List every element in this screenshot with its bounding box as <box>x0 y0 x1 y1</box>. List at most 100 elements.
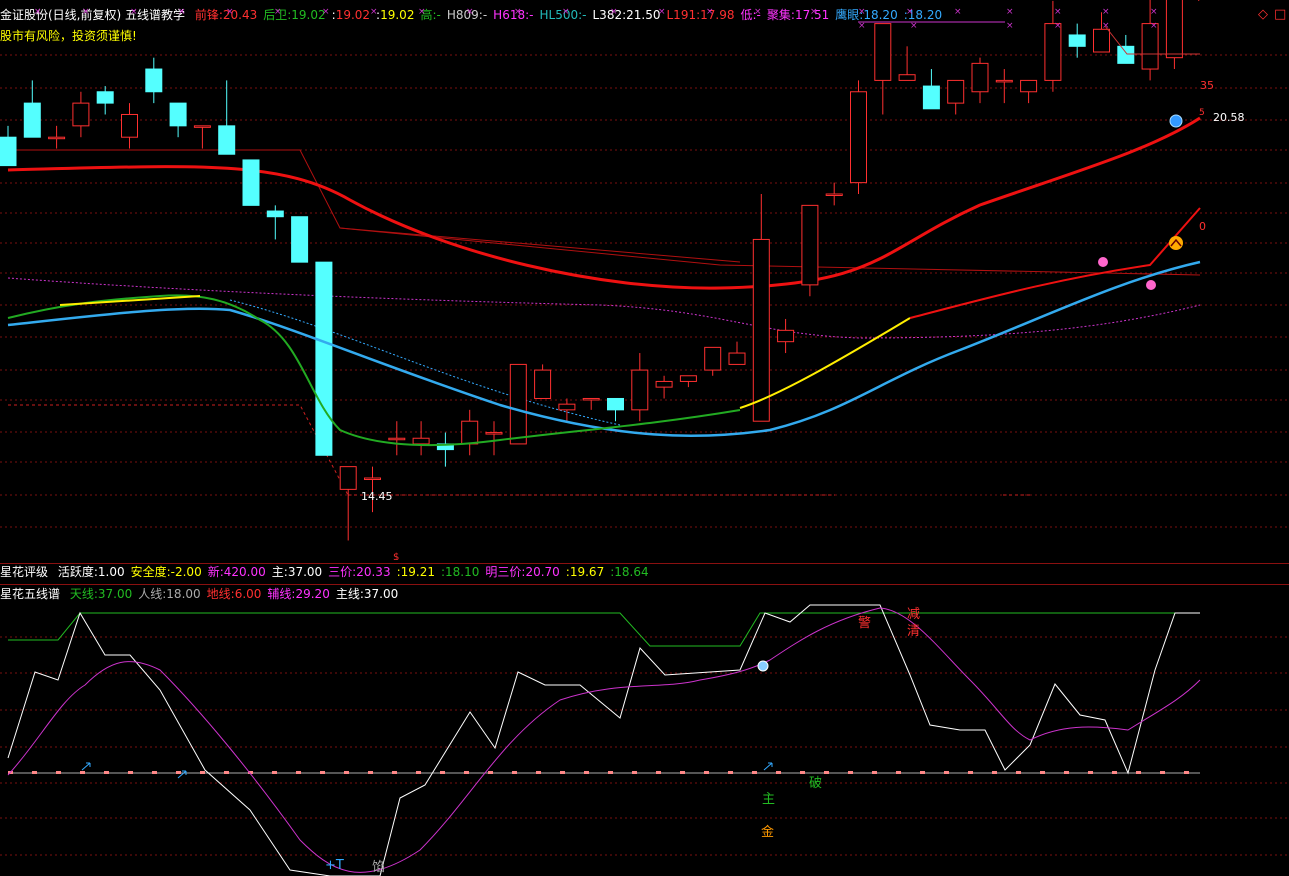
indicator2-bar: 星花五线谱 天线:37.00 人线:18.00 地线:6.00 辅线:29.20 主线:… <box>0 587 398 601</box>
indicator1-item: 三价:20.33 <box>328 565 390 579</box>
candle-body <box>534 369 552 399</box>
candle-body <box>145 68 163 93</box>
baseline-tick <box>752 771 757 774</box>
candle-body <box>995 79 1013 83</box>
candle-body <box>728 352 746 365</box>
indicator2-label: 地线: <box>206 587 235 601</box>
indicator1-label: 安全度: <box>130 565 171 579</box>
baseline-tick <box>512 771 517 774</box>
indicator1-value: 19.67 <box>569 565 605 579</box>
top-x-marker: × <box>1102 21 1110 31</box>
baseline-tick <box>968 771 973 774</box>
indicator1-label: 三价: <box>328 565 357 579</box>
baseline-tick <box>704 771 709 774</box>
top-x-marker: × <box>1054 7 1062 17</box>
baseline-tick <box>368 771 373 774</box>
baseline-tick <box>992 771 997 774</box>
baseline-tick <box>656 771 661 774</box>
indicator-chart[interactable]: 警 减清破主金 +T 馅 <box>0 600 1289 876</box>
main-line <box>7 604 1200 876</box>
baseline-tick <box>872 771 877 774</box>
indicator2-item: 地线:6.00 <box>207 587 262 601</box>
ma-red-long <box>7 116 1201 290</box>
indicator1-value: 18.10 <box>445 565 480 579</box>
ma-red-short <box>909 207 1201 319</box>
buy-arrow-icon <box>763 762 773 771</box>
baseline-tick <box>1112 771 1117 774</box>
candle-body <box>1093 28 1110 53</box>
panel-divider-1[interactable] <box>0 563 1289 564</box>
baseline-tick <box>680 771 685 774</box>
diamond-marker <box>757 660 769 672</box>
candle-body <box>679 375 697 382</box>
signal-main: 主 <box>762 792 775 807</box>
envelope-line <box>339 227 741 263</box>
indicator2-value: 37.00 <box>363 587 399 601</box>
low-price-label: 14.45 <box>361 490 393 503</box>
baseline-tick <box>272 771 277 774</box>
indicator1-item: 明三价:20.70 <box>485 565 559 579</box>
candle-body <box>752 238 770 422</box>
sell-marker: $ <box>393 552 399 560</box>
indicator2-item: 人线:18.00 <box>138 587 200 601</box>
candle-body <box>631 369 649 411</box>
candle-body <box>364 477 381 480</box>
assist-line <box>7 607 1201 873</box>
top-x-marker: × <box>1006 7 1014 17</box>
signal-plus-t: +T <box>325 858 344 873</box>
baseline-tick <box>392 771 397 774</box>
baseline-tick <box>224 771 229 774</box>
top-x-marker: × <box>34 7 42 17</box>
baseline-tick <box>1064 771 1069 774</box>
candle-body <box>777 329 795 343</box>
indicator1-value: 37.00 <box>287 565 323 579</box>
candle-body <box>1020 79 1038 93</box>
top-x-marker: × <box>82 7 90 17</box>
candle-body <box>266 210 284 218</box>
baseline-tick <box>896 771 901 774</box>
indicator1-value: 420.00 <box>223 565 266 579</box>
top-x-marker: × <box>274 7 282 17</box>
top-x-marker: × <box>1150 7 1158 17</box>
blue-ball-marker <box>1169 114 1183 128</box>
candle-body <box>485 432 503 435</box>
baseline-tick <box>416 771 421 774</box>
baseline-tick <box>1160 771 1165 774</box>
candle-body <box>898 74 916 81</box>
sky-line <box>8 612 1200 647</box>
indicator1-label: 主: <box>271 565 288 579</box>
baseline-tick <box>104 771 109 774</box>
baseline-tick <box>920 771 925 774</box>
indicator2-value: 6.00 <box>234 587 262 601</box>
baseline-tick <box>56 771 61 774</box>
baseline-tick <box>1040 771 1045 774</box>
signal-reduce: 减 <box>907 607 920 622</box>
top-x-marker: × <box>754 7 762 17</box>
gem-marker <box>1098 257 1108 267</box>
candle-body <box>412 437 430 445</box>
candle-body <box>874 23 892 81</box>
baseline-tick <box>536 771 541 774</box>
top-x-marker: × <box>514 7 522 17</box>
indicator1-item: 安全度:-2.00 <box>131 565 202 579</box>
top-x-marker: × <box>562 7 570 17</box>
panel-divider-2[interactable] <box>0 584 1289 585</box>
baseline-tick <box>632 771 637 774</box>
signal-filling: 馅 <box>372 860 385 875</box>
top-x-marker: × <box>810 7 818 17</box>
baseline-tick <box>848 771 853 774</box>
baseline-tick <box>800 771 805 774</box>
top-x-marker: × <box>906 7 914 17</box>
candle-body <box>0 136 17 167</box>
top-x-marker: × <box>658 7 666 17</box>
candle-body <box>23 102 41 138</box>
price-chart[interactable]: $× × × × × × × × × × × × × × × × × × × × × × × ×× × × × × × <box>0 0 1289 560</box>
signal-warn: 警 <box>858 615 871 631</box>
baseline-tick <box>440 771 445 774</box>
indicator1-item: :18.10 <box>441 565 479 579</box>
baseline-tick <box>464 771 469 774</box>
baseline-tick <box>824 771 829 774</box>
indicator2-item: 天线:37.00 <box>70 587 132 601</box>
baseline-tick <box>344 771 349 774</box>
candle-body <box>655 380 673 388</box>
